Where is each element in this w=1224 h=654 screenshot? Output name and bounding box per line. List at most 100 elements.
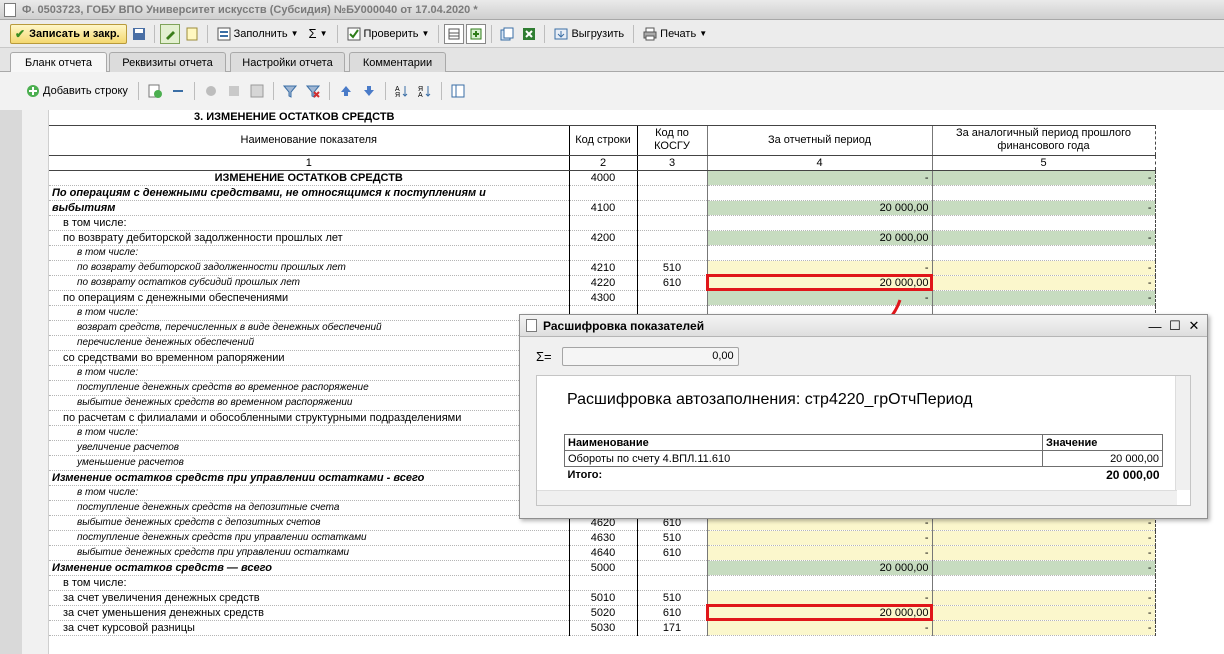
table-view-icon[interactable] bbox=[444, 23, 465, 44]
move-icon[interactable] bbox=[224, 81, 244, 101]
row-kosgu: 510 bbox=[636, 590, 707, 606]
row-value-prev[interactable]: - bbox=[931, 545, 1156, 561]
table-row[interactable]: По операциям с денежными средствами, не … bbox=[49, 185, 1156, 201]
add-table-icon[interactable] bbox=[466, 23, 487, 44]
row-value-period[interactable]: - bbox=[706, 260, 932, 276]
row-value-period[interactable]: - bbox=[706, 590, 932, 606]
tab-report-settings[interactable]: Настройки отчета bbox=[230, 52, 345, 72]
check-icon bbox=[347, 27, 360, 40]
table-row[interactable]: по возврату дебиторской задолженности пр… bbox=[49, 260, 1156, 276]
row-value-period[interactable]: 20 000,00 bbox=[706, 230, 932, 246]
sigma-icon: Σ bbox=[308, 26, 317, 41]
table-row[interactable]: выбытие денежных средств при управлении … bbox=[49, 545, 1156, 561]
row-value-prev[interactable]: - bbox=[931, 605, 1156, 621]
row-value-prev[interactable]: - bbox=[931, 170, 1156, 186]
table-row[interactable]: за счет уменьшения денежных средств 5020 6… bbox=[49, 604, 1156, 621]
row-value-period[interactable]: 20 000,00 bbox=[706, 604, 933, 621]
row-value-prev[interactable]: - bbox=[931, 230, 1156, 246]
table-row[interactable]: поступление денежных средств при управле… bbox=[49, 530, 1156, 546]
copy-icon[interactable] bbox=[497, 24, 517, 44]
row-value-prev[interactable]: - bbox=[931, 260, 1156, 276]
row-kosgu: 610 bbox=[636, 545, 707, 561]
sort-asc-icon[interactable]: AЯ bbox=[392, 81, 412, 101]
row-name: поступление денежных средств на депозитн… bbox=[49, 500, 569, 516]
table-row[interactable]: за счет увеличения денежных средств 5010 5… bbox=[49, 590, 1156, 606]
row-value-period[interactable] bbox=[706, 215, 932, 231]
row-value-prev[interactable]: - bbox=[931, 620, 1156, 636]
row-value-period[interactable]: - bbox=[706, 545, 932, 561]
filter-icon[interactable] bbox=[280, 81, 300, 101]
save-close-button[interactable]: ✔ Записать и закр. bbox=[10, 23, 127, 44]
edit-icon[interactable] bbox=[159, 23, 180, 44]
row-name: за счет увеличения денежных средств bbox=[49, 590, 569, 606]
row-value-prev[interactable]: - bbox=[931, 275, 1156, 291]
clear-filter-icon[interactable] bbox=[303, 81, 323, 101]
row-value-prev[interactable] bbox=[931, 245, 1156, 261]
tab-report-details[interactable]: Реквизиты отчета bbox=[109, 52, 226, 72]
row-value-period[interactable]: - bbox=[706, 530, 932, 546]
grid-icon[interactable] bbox=[247, 81, 267, 101]
export-icon bbox=[554, 28, 568, 39]
table-row[interactable]: ИЗМЕНЕНИЕ ОСТАТКОВ СРЕДСТВ 4000 - - bbox=[49, 170, 1156, 186]
insert-row-icon[interactable] bbox=[145, 81, 165, 101]
row-value-prev[interactable] bbox=[931, 185, 1156, 201]
print-button[interactable]: Печать ▼ bbox=[639, 24, 711, 44]
fill-button[interactable]: Заполнить ▼ bbox=[213, 24, 303, 44]
sum-button[interactable]: Σ ▼ bbox=[305, 24, 332, 44]
export-button[interactable]: Выгрузить bbox=[550, 24, 628, 44]
row-value-prev[interactable]: - bbox=[931, 200, 1156, 216]
checkmark-icon: ✔ bbox=[15, 26, 26, 41]
row-value-period[interactable] bbox=[706, 575, 932, 591]
row-value-period[interactable]: - bbox=[706, 620, 932, 636]
check-button[interactable]: Проверить ▼ bbox=[343, 24, 434, 44]
excel-icon[interactable] bbox=[519, 24, 539, 44]
row-value-period[interactable] bbox=[706, 245, 932, 261]
table-row[interactable]: выбытиям 4100 20 000,00- bbox=[49, 200, 1156, 216]
header-prev-period: За аналогичный период прошлого финансово… bbox=[931, 124, 1156, 156]
row-value-period[interactable]: 20 000,00 bbox=[706, 274, 933, 291]
row-value-prev[interactable]: - bbox=[931, 530, 1156, 546]
table-row[interactable]: по операциям с денежными обеспечениями 43… bbox=[49, 290, 1156, 306]
delete-row-icon[interactable] bbox=[168, 81, 188, 101]
row-value-prev[interactable]: - bbox=[931, 590, 1156, 606]
decode-row[interactable]: Обороты по счету 4.ВПЛ.11.610 20 000,00 bbox=[564, 450, 1163, 467]
note-icon[interactable] bbox=[182, 24, 202, 44]
table-row[interactable]: по возврату дебиторской задолженности пр… bbox=[49, 230, 1156, 246]
row-value-period[interactable]: - bbox=[706, 170, 932, 186]
vertical-scrollbar[interactable] bbox=[1175, 376, 1190, 490]
row-value-period[interactable] bbox=[706, 185, 932, 201]
row-value-prev[interactable] bbox=[931, 215, 1156, 231]
row-value-period[interactable]: 20 000,00 bbox=[706, 200, 932, 216]
sum-field[interactable]: 0,00 bbox=[561, 347, 739, 366]
save-close-label: Записать и закр. bbox=[29, 27, 120, 40]
row-value-period[interactable]: 20 000,00 bbox=[706, 560, 932, 576]
row-value-prev[interactable]: - bbox=[931, 560, 1156, 576]
col-number: 4 bbox=[706, 155, 932, 171]
separator bbox=[153, 24, 155, 43]
decode-header-row: Наименование Значение bbox=[564, 434, 1163, 451]
minimize-icon[interactable]: — bbox=[1147, 318, 1163, 334]
record-icon[interactable] bbox=[201, 81, 221, 101]
move-up-icon[interactable] bbox=[336, 81, 356, 101]
row-value-prev[interactable] bbox=[931, 575, 1156, 591]
table-row[interactable]: в том числе: bbox=[49, 245, 1156, 261]
table-row[interactable]: в том числе: bbox=[49, 215, 1156, 231]
separator bbox=[328, 82, 330, 100]
save-icon[interactable] bbox=[129, 24, 149, 44]
move-down-icon[interactable] bbox=[359, 81, 379, 101]
row-value-prev[interactable]: - bbox=[931, 290, 1156, 306]
tab-comments[interactable]: Комментарии bbox=[349, 52, 446, 72]
table-row[interactable]: в том числе: bbox=[49, 575, 1156, 591]
table-row[interactable]: Изменение остатков средств — всего 5000 20… bbox=[49, 560, 1156, 576]
add-row-button[interactable]: Добавить строку bbox=[22, 81, 132, 101]
maximize-icon[interactable]: ☐ bbox=[1167, 318, 1183, 334]
horizontal-scrollbar[interactable] bbox=[537, 490, 1177, 505]
tab-report-form[interactable]: Бланк отчета bbox=[10, 52, 107, 73]
row-code: 4200 bbox=[568, 230, 637, 246]
table-row[interactable]: по возврату остатков субсидий прошлых ле… bbox=[49, 274, 1156, 291]
close-icon[interactable]: ✕ bbox=[1186, 318, 1202, 334]
row-code: 5030 bbox=[568, 620, 637, 636]
sort-desc-icon[interactable]: ЯA bbox=[415, 81, 435, 101]
structure-icon[interactable] bbox=[448, 81, 468, 101]
table-row[interactable]: за счет курсовой разницы 5030 171- - bbox=[49, 620, 1156, 636]
